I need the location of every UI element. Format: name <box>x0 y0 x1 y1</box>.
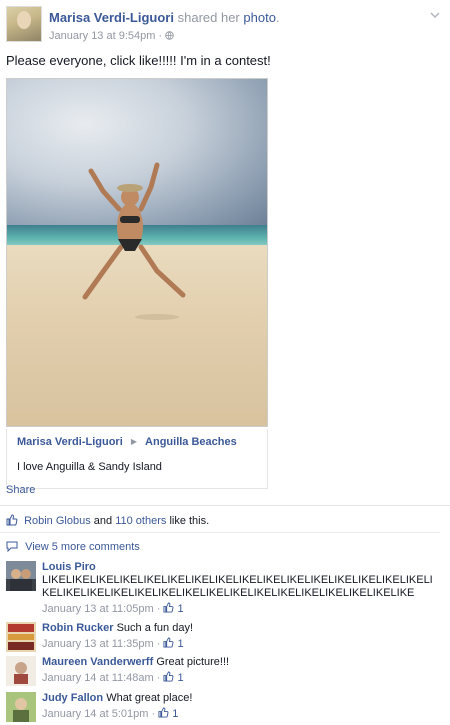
comment-meta: January 13 at 11:05pm · 1 <box>42 602 184 615</box>
post-meta: January 13 at 9:54pm · <box>49 30 174 42</box>
comment-author-link[interactable]: Robin Rucker <box>42 622 114 634</box>
album-attribution: Marisa Verdi-Liguori ▶ Anguilla Beaches … <box>6 429 268 489</box>
album-name-link[interactable]: Anguilla Beaches <box>145 436 237 448</box>
divider <box>0 505 450 506</box>
comment-like-count[interactable]: 1 <box>178 638 184 650</box>
post-photo[interactable] <box>6 78 268 427</box>
commenter-avatar[interactable] <box>6 692 36 722</box>
commenter-avatar[interactable] <box>6 561 36 591</box>
photo-link[interactable]: photo <box>243 10 276 25</box>
comment-text: Such a fun day! <box>116 622 194 634</box>
post-timestamp[interactable]: January 13 at 9:54pm <box>49 30 155 42</box>
comment-text: LIKELIKELIKELIKELIKELIKELIKELIKELIKELIKE… <box>42 574 433 599</box>
thumbs-up-icon[interactable] <box>158 707 169 720</box>
comment-bubble-icon <box>6 541 25 553</box>
author-avatar[interactable] <box>6 6 42 42</box>
likes-joiner: and <box>93 515 113 527</box>
comment-timestamp[interactable]: January 13 at 11:35pm <box>42 638 154 650</box>
public-globe-icon[interactable] <box>165 30 174 42</box>
meta-separator: · <box>158 30 163 42</box>
jumping-person-figure <box>82 162 186 320</box>
divider <box>0 532 440 533</box>
album-description: I love Anguilla & Sandy Island <box>17 461 162 473</box>
album-owner-link[interactable]: Marisa Verdi-Liguori <box>17 436 123 448</box>
others-link[interactable]: 110 others <box>115 515 166 527</box>
action-text: shared her <box>177 10 240 25</box>
view-more-comments-label: View 5 more comments <box>25 541 140 553</box>
thumbs-up-icon[interactable] <box>163 602 174 615</box>
comment-meta: January 14 at 5:01pm · 1 <box>42 707 179 720</box>
comment-like-count[interactable]: 1 <box>178 603 184 615</box>
comment-like-count[interactable]: 1 <box>172 708 178 720</box>
likes-summary: Robin Globus and 110 others like this. <box>6 514 209 527</box>
comment-author-link[interactable]: Louis Piro <box>42 561 96 573</box>
comment-text: Great picture!!! <box>156 656 230 668</box>
comment-timestamp[interactable]: January 14 at 5:01pm <box>42 708 148 720</box>
thumbs-up-icon <box>6 514 18 526</box>
likes-suffix: like this. <box>169 515 210 527</box>
post-options-chevron-icon[interactable] <box>430 10 440 20</box>
comment-timestamp[interactable]: January 14 at 11:48am <box>42 672 154 684</box>
post-header: Marisa Verdi-Liguori shared her photo. J… <box>6 6 444 46</box>
comment-like-count[interactable]: 1 <box>178 672 184 684</box>
thumbs-up-icon[interactable] <box>163 637 174 650</box>
view-more-comments-link[interactable]: View 5 more comments <box>6 541 140 553</box>
author-name-link[interactable]: Marisa Verdi-Liguori <box>49 10 174 25</box>
liker-name-link[interactable]: Robin Globus <box>24 515 91 527</box>
thumbs-up-icon[interactable] <box>163 671 174 684</box>
commenter-avatar[interactable] <box>6 656 36 686</box>
comment-text: What great place! <box>106 692 193 704</box>
album-breadcrumb: Marisa Verdi-Liguori ▶ Anguilla Beaches <box>17 436 237 448</box>
comment-meta: January 14 at 11:48am · 1 <box>42 671 184 684</box>
comment-meta: January 13 at 11:35pm · 1 <box>42 637 184 650</box>
post-caption: Please everyone, click like!!!!! I'm in … <box>6 53 271 68</box>
commenter-avatar[interactable] <box>6 622 36 652</box>
action-suffix: . <box>275 10 280 25</box>
post-title: Marisa Verdi-Liguori shared her photo. <box>49 10 280 25</box>
breadcrumb-arrow-icon: ▶ <box>130 437 137 446</box>
comment-author-link[interactable]: Maureen Vanderwerff <box>42 656 153 668</box>
share-button[interactable]: Share <box>6 484 35 496</box>
comment-timestamp[interactable]: January 13 at 11:05pm <box>42 603 154 615</box>
comment-author-link[interactable]: Judy Fallon <box>42 692 103 704</box>
